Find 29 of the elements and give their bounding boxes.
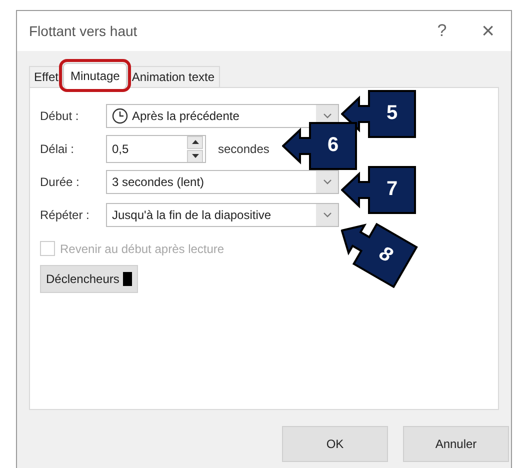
callout-arrow: 7 [341, 166, 417, 214]
field-label: Durée : [40, 175, 80, 189]
clock-icon [112, 108, 128, 124]
unit-label: secondes [218, 142, 270, 156]
spin-down-button[interactable] [187, 150, 203, 162]
dialog-button[interactable]: Annuler [403, 426, 509, 462]
triggers-button[interactable]: Déclencheurs [40, 265, 138, 293]
chevron-down-icon [322, 179, 332, 185]
tab[interactable]: Effet [29, 66, 64, 87]
field-label: Répéter : [40, 208, 90, 222]
dialog-button[interactable]: OK [282, 426, 388, 462]
chevron-down-icon [322, 212, 332, 218]
callout-arrow: 6 [282, 122, 358, 170]
tab[interactable]: Animation texte [126, 66, 220, 87]
chevron-down-icon [322, 113, 332, 119]
dropdown[interactable]: Jusqu'à la fin de la diapositive [106, 203, 339, 227]
help-button[interactable]: ? [419, 21, 465, 41]
field-label: Délai : [40, 142, 76, 156]
dropdown[interactable]: 3 secondes (lent) [106, 170, 339, 194]
triangle-down-icon [192, 154, 198, 158]
callout-arrow: 5 [341, 90, 417, 138]
spin-box[interactable]: 0,5 [106, 135, 206, 163]
field-label: Début : [40, 109, 80, 123]
window-title: Flottant vers haut [29, 23, 138, 39]
close-button[interactable]: × [465, 18, 511, 44]
dropdown[interactable]: Après la précédente [106, 104, 339, 128]
checkbox-label: Revenir au début après lecture [60, 242, 224, 256]
spin-up-button[interactable] [187, 136, 203, 148]
triangle-up-icon [192, 140, 198, 144]
